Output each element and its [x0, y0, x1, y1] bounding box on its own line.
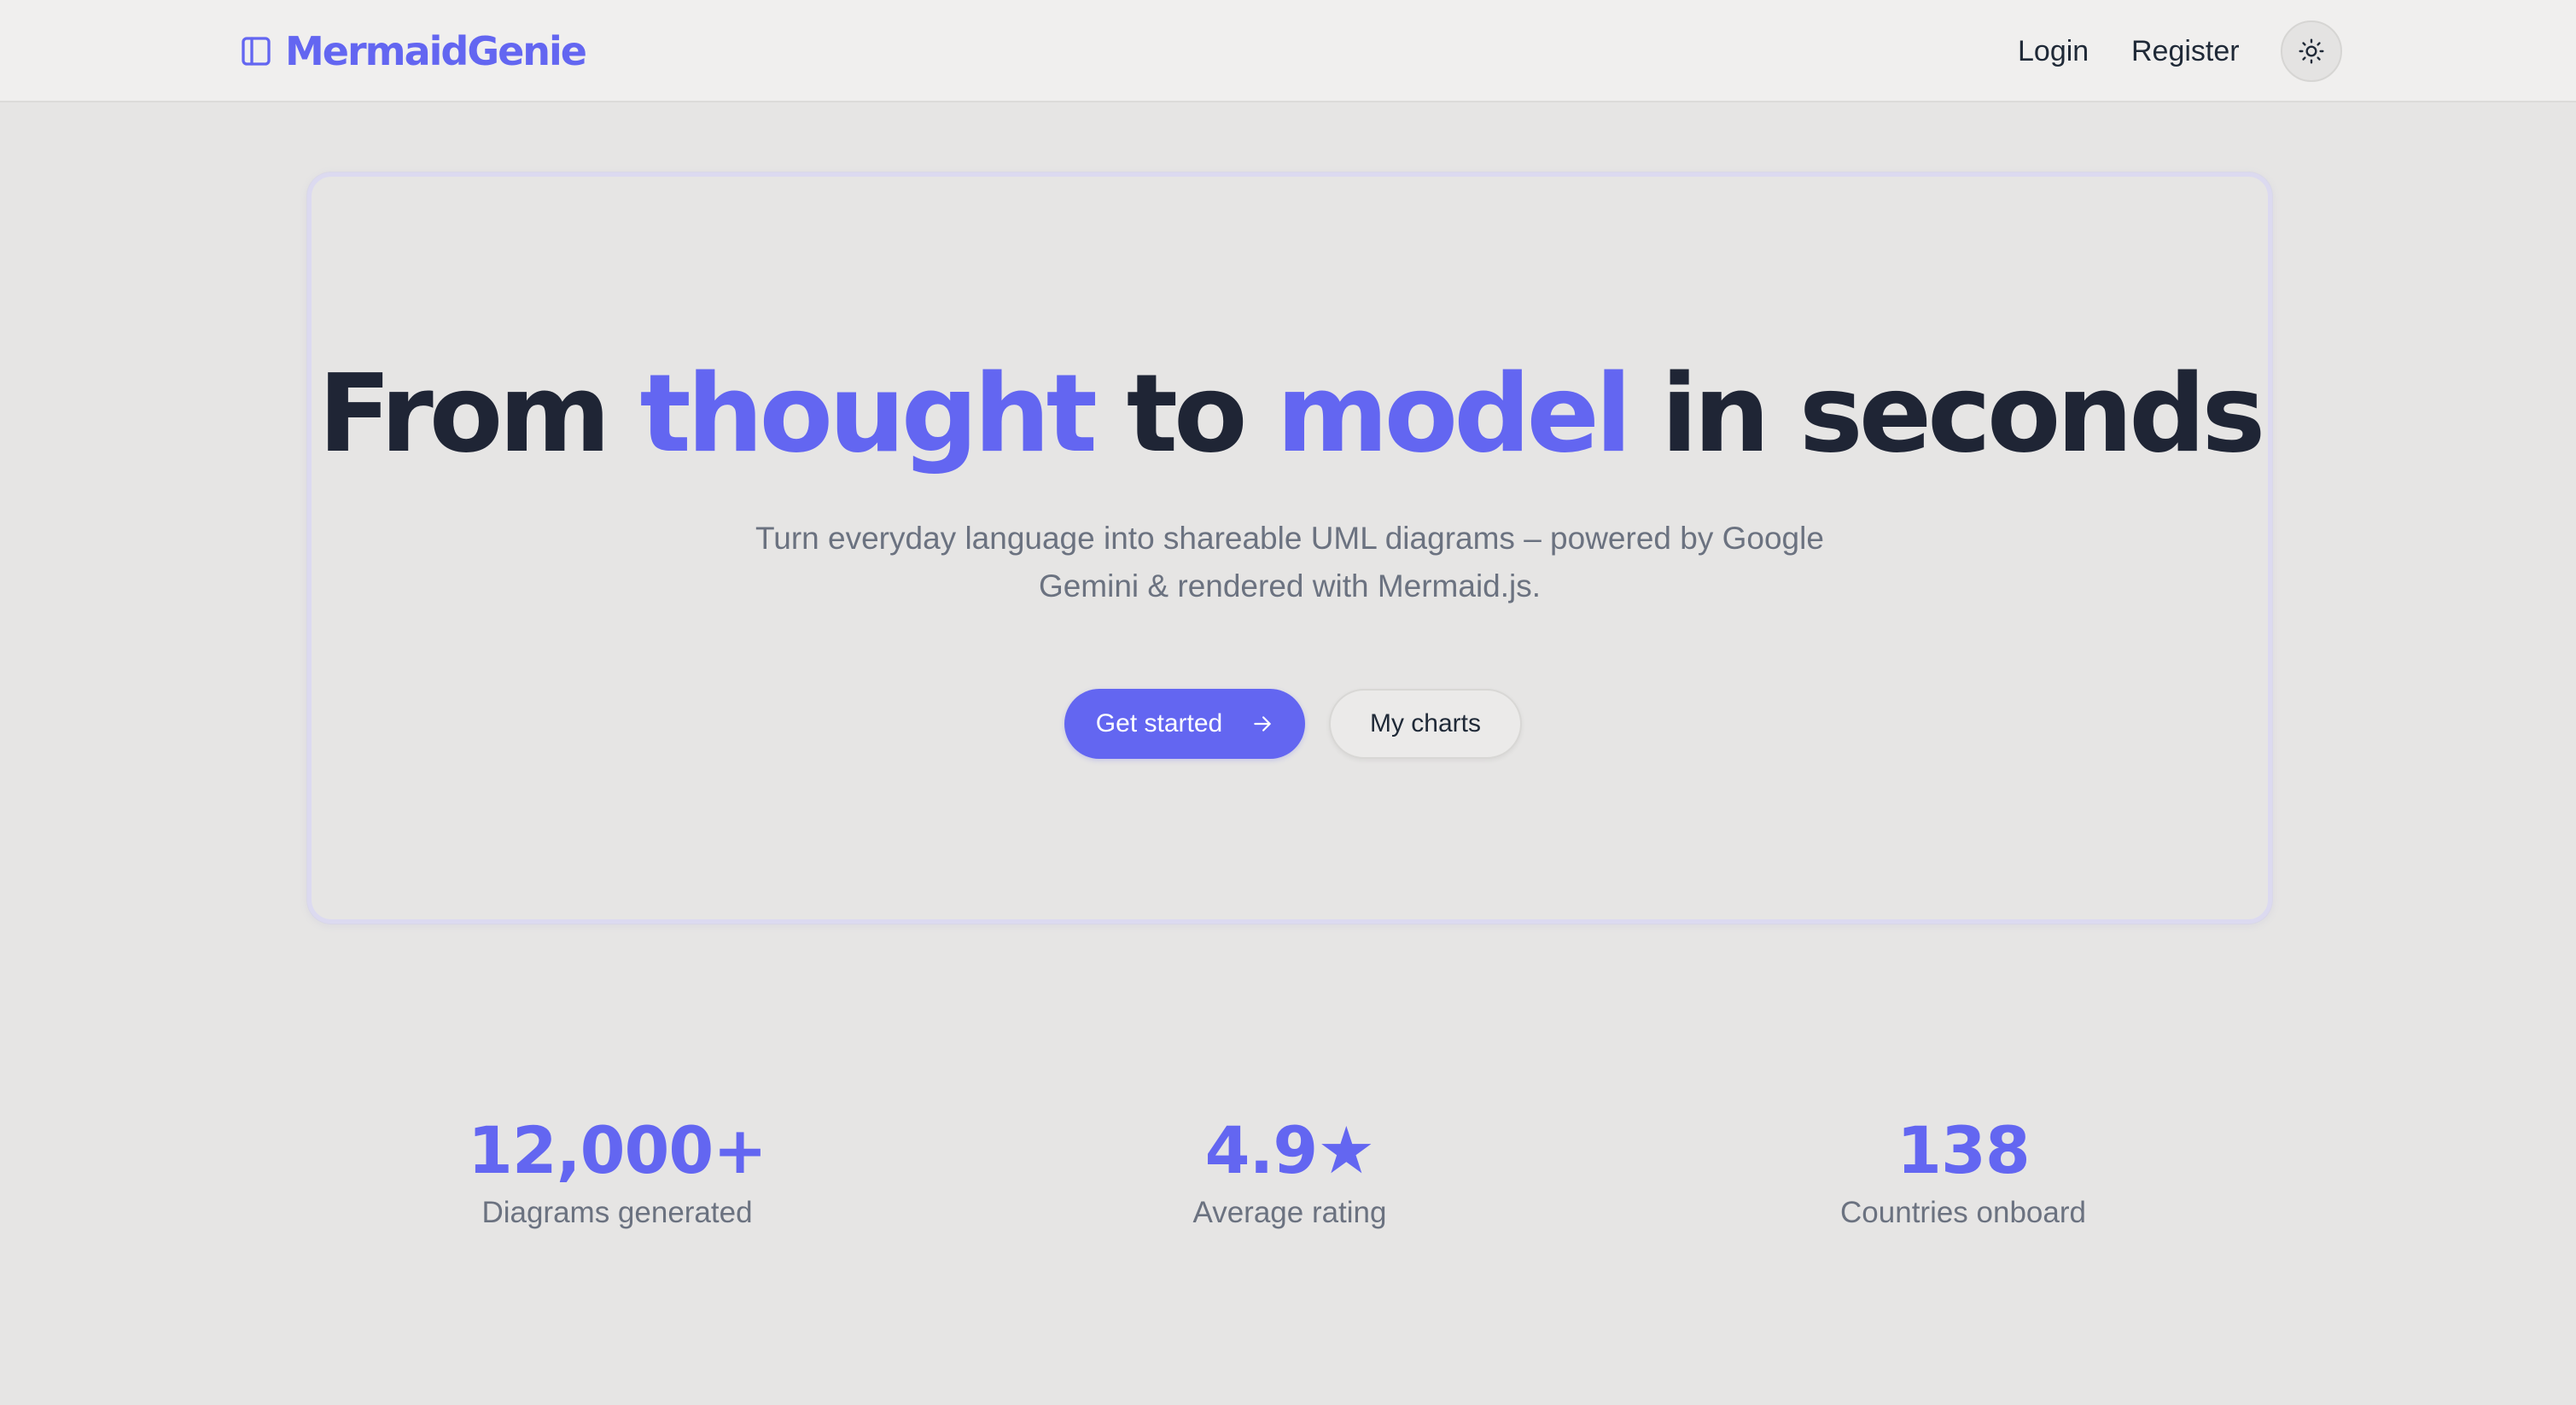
- register-link[interactable]: Register: [2131, 31, 2240, 72]
- top-navigation-bar: MermaidGenie Login Register: [0, 0, 2576, 102]
- hero-title-part-3: in seconds: [1628, 351, 2265, 476]
- hero-title-accent-thought: thought: [639, 351, 1098, 476]
- theme-toggle-button[interactable]: [2281, 20, 2342, 82]
- sun-icon: [2299, 38, 2324, 64]
- brand-name: MermaidGenie: [285, 28, 587, 74]
- arrow-right-icon: [1254, 716, 1271, 732]
- stat-average-rating: 4.9★ Average rating: [1051, 1111, 1529, 1233]
- stat-label: Countries onboard: [1840, 1196, 2086, 1229]
- hero-card: From thought to model in seconds Turn ev…: [307, 172, 2272, 924]
- login-link[interactable]: Login: [2018, 31, 2089, 72]
- hero-title: From thought to model in seconds: [312, 346, 2268, 482]
- stat-value: 4.9★: [1204, 1112, 1376, 1188]
- stat-label: Average rating: [1192, 1196, 1387, 1229]
- stat-value: 138: [1897, 1112, 2031, 1188]
- hero-title-part-1: From: [318, 351, 640, 476]
- stat-countries-onboard: 138 Countries onboard: [1724, 1111, 2202, 1233]
- stat-value: 12,000+: [468, 1112, 767, 1188]
- stat-diagrams-generated: 12,000+ Diagrams generated: [378, 1111, 856, 1233]
- stat-label: Diagrams generated: [481, 1196, 753, 1229]
- get-started-label: Get started: [1095, 709, 1223, 737]
- hero-subtitle: Turn everyday language into shareable UM…: [755, 521, 1824, 603]
- sidebar-panel-icon: [242, 37, 271, 66]
- brand-logo-link[interactable]: MermaidGenie: [239, 26, 587, 77]
- hero-title-accent-model: model: [1276, 351, 1632, 476]
- hero-title-part-2: to: [1093, 351, 1277, 476]
- my-charts-button[interactable]: My charts: [1329, 689, 1522, 759]
- get-started-button[interactable]: Get started: [1064, 689, 1305, 759]
- my-charts-label: My charts: [1369, 709, 1482, 737]
